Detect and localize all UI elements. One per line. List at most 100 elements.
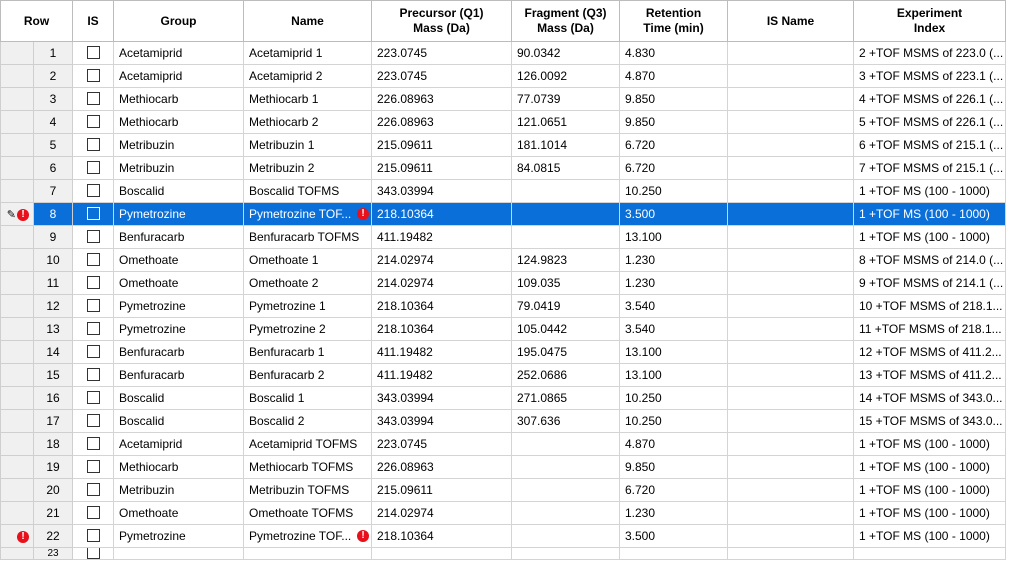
precursor-cell[interactable]: 343.03994 [371,409,512,433]
row-number[interactable]: 21 [33,501,73,525]
name-cell[interactable] [243,546,372,561]
name-cell[interactable]: Acetamiprid 2 [243,64,372,88]
name-cell[interactable]: Methiocarb 1 [243,87,372,111]
table-row[interactable]: 3 Methiocarb Methiocarb 1 226.08963 77.0739 9… [0,87,1006,111]
group-cell[interactable]: Metribuzin [113,156,244,180]
table-row[interactable]: 12 Pymetrozine Pymetrozine 1 218.10364 79.04… [0,294,1006,318]
experiment-cell[interactable]: 13 +TOF MSMS of 411.2... [853,363,1006,387]
retention-cell[interactable]: 1.230 [619,501,728,525]
is-name-cell[interactable] [727,110,854,134]
column-header-group[interactable]: Group [113,0,244,42]
fragment-cell[interactable] [511,179,620,203]
precursor-cell[interactable]: 411.19482 [371,340,512,364]
table-row[interactable]: 2 Acetamiprid Acetamiprid 2 223.0745 126.009… [0,64,1006,88]
row-number[interactable]: 18 [33,432,73,456]
group-cell[interactable]: Methiocarb [113,110,244,134]
fragment-cell[interactable] [511,432,620,456]
is-name-cell[interactable] [727,156,854,180]
is-checkbox[interactable] [86,230,100,244]
experiment-cell[interactable]: 3 +TOF MSMS of 223.1 (... [853,64,1006,88]
is-checkbox-cell[interactable] [72,386,114,410]
is-checkbox[interactable] [86,69,100,83]
experiment-cell[interactable]: 15 +TOF MSMS of 343.0... [853,409,1006,433]
row-indicator[interactable] [0,546,34,561]
retention-cell[interactable]: 9.850 [619,110,728,134]
is-name-cell[interactable] [727,386,854,410]
fragment-cell[interactable]: 126.0092 [511,64,620,88]
group-cell[interactable]: Benfuracarb [113,225,244,249]
retention-cell[interactable]: 6.720 [619,133,728,157]
row-number[interactable]: 19 [33,455,73,479]
precursor-cell[interactable]: 215.09611 [371,133,512,157]
fragment-cell[interactable]: 121.0651 [511,110,620,134]
precursor-cell[interactable]: 411.19482 [371,225,512,249]
column-header-name[interactable]: Name [243,0,372,42]
retention-cell[interactable] [619,546,728,561]
name-cell[interactable]: Benfuracarb 1 [243,340,372,364]
name-cell[interactable]: Benfuracarb 2 [243,363,372,387]
fragment-cell[interactable]: 79.0419 [511,294,620,318]
table-row[interactable]: 19 Methiocarb Methiocarb TOFMS 226.08963 9.8… [0,455,1006,479]
retention-cell[interactable]: 4.870 [619,432,728,456]
row-indicator[interactable] [0,41,34,65]
column-header-experiment[interactable]: Experiment Index [853,0,1006,42]
fragment-cell[interactable]: 252.0686 [511,363,620,387]
experiment-cell[interactable]: 12 +TOF MSMS of 411.2... [853,340,1006,364]
is-name-cell[interactable] [727,271,854,295]
row-number[interactable]: 5 [33,133,73,157]
group-cell[interactable]: Acetamiprid [113,432,244,456]
table-row[interactable]: 13 Pymetrozine Pymetrozine 2 218.10364 105.0… [0,317,1006,341]
name-cell[interactable]: Omethoate 1 [243,248,372,272]
name-cell[interactable]: Methiocarb 2 [243,110,372,134]
fragment-cell[interactable] [511,546,620,561]
row-indicator[interactable] [0,455,34,479]
table-row[interactable]: 14 Benfuracarb Benfuracarb 1 411.19482 195.0… [0,340,1006,364]
row-indicator[interactable] [0,432,34,456]
row-number[interactable]: 1 [33,41,73,65]
table-row[interactable]: 6 Metribuzin Metribuzin 2 215.09611 84.0815 6… [0,156,1006,180]
precursor-cell[interactable]: 223.0745 [371,41,512,65]
is-checkbox-cell[interactable] [72,546,114,561]
is-checkbox[interactable] [86,138,100,152]
row-indicator[interactable] [0,87,34,111]
is-name-cell[interactable] [727,524,854,548]
name-cell[interactable]: Pymetrozine 2 [243,317,372,341]
precursor-cell[interactable]: 218.10364 [371,524,512,548]
is-name-cell[interactable] [727,87,854,111]
is-name-cell[interactable] [727,432,854,456]
name-cell[interactable]: Pymetrozine TOF...! [243,524,372,548]
is-checkbox-cell[interactable] [72,363,114,387]
retention-cell[interactable]: 10.250 [619,409,728,433]
precursor-cell[interactable]: 214.02974 [371,248,512,272]
group-cell[interactable]: Boscalid [113,386,244,410]
is-checkbox-cell[interactable] [72,110,114,134]
retention-cell[interactable]: 4.830 [619,41,728,65]
is-checkbox-cell[interactable] [72,87,114,111]
table-row[interactable]: 18 Acetamiprid Acetamiprid TOFMS 223.0745 4.… [0,432,1006,456]
table-row[interactable]: 16 Boscalid Boscalid 1 343.03994 271.0865 10.… [0,386,1006,410]
name-cell[interactable]: Boscalid 2 [243,409,372,433]
row-number[interactable]: 22 [33,524,73,548]
fragment-cell[interactable]: 109.035 [511,271,620,295]
is-name-cell[interactable] [727,455,854,479]
precursor-cell[interactable]: 223.0745 [371,64,512,88]
retention-cell[interactable]: 13.100 [619,225,728,249]
group-cell[interactable]: Acetamiprid [113,41,244,65]
row-indicator[interactable]: ! [0,524,34,548]
experiment-cell[interactable]: 1 +TOF MS (100 - 1000) [853,524,1006,548]
precursor-cell[interactable]: 411.19482 [371,363,512,387]
is-name-cell[interactable] [727,248,854,272]
column-header-fragment[interactable]: Fragment (Q3) Mass (Da) [511,0,620,42]
is-checkbox-cell[interactable] [72,340,114,364]
retention-cell[interactable]: 6.720 [619,478,728,502]
is-checkbox-cell[interactable] [72,294,114,318]
name-cell[interactable]: Metribuzin TOFMS [243,478,372,502]
fragment-cell[interactable] [511,455,620,479]
is-checkbox-cell[interactable] [72,455,114,479]
is-checkbox-cell[interactable] [72,225,114,249]
precursor-cell[interactable]: 214.02974 [371,501,512,525]
row-indicator[interactable]: ✎! [0,202,34,226]
is-checkbox[interactable] [86,207,100,221]
name-cell[interactable]: Acetamiprid TOFMS [243,432,372,456]
row-number[interactable]: 8 [33,202,73,226]
